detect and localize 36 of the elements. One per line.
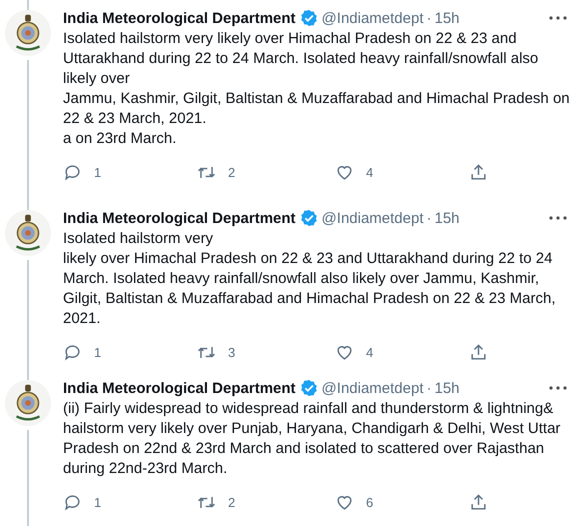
timestamp[interactable]: 15h [434,210,460,226]
reply-icon[interactable] [63,343,82,362]
tweet-text: Isolated hailstorm very likely over Himachal Pradesh on 22 & 23 and Uttarakhand during 22 to 24 March. Isolated heavy rainfall/snowfall also likely over Jammu, Kashmir, Gilgit, Baltistan & Muzaffarabad and Himachal Pradesh on 22 & 23 March, 2021. a on 23rd March. [63,29,570,149]
tweet-text: Isolated hailstorm very likely over Himachal Pradesh on 22 & 23 and Uttarakhand during 22 to 24 March. Isolated heavy rainfall/snowfall also likely over Jammu, Kashmir, Gilgit, Baltistan & Muzaffarabad and Himachal Pradesh on 22 & 23 March, 2021. [63,229,556,329]
emblem-avatar[interactable] [5,380,51,426]
timestamp[interactable]: 15h [434,380,460,396]
heart-icon[interactable] [335,493,354,512]
separator-dot: · [426,10,432,26]
tweet-text: (ii) Fairly widespread to widespread rainfall and thunderstorm & lightning& hailstorm very likely over Punjab, Haryana, Chandigarh & Delhi, West Uttar Pradesh on 22nd & 23rd March and isolated to scattered over Rajasthan during 22nd-23rd March. [63,399,562,479]
retweet-count: 2 [228,495,236,510]
author-handle[interactable]: @Indiametdept [322,380,424,396]
reply-count: 1 [94,345,102,360]
reply-count: 1 [94,165,102,180]
retweet-count: 2 [228,165,236,180]
author-handle[interactable]: @Indiametdept [322,210,424,226]
share-icon[interactable] [469,163,488,182]
like-count: 6 [366,495,374,510]
reply-icon[interactable] [63,493,82,512]
timestamp[interactable]: 15h [434,10,460,26]
share-icon[interactable] [469,343,488,362]
separator-dot: · [426,210,432,226]
heart-icon[interactable] [335,163,354,182]
like-count: 4 [366,345,374,360]
separator-dot: · [426,380,432,396]
emblem-avatar[interactable] [5,10,51,56]
like-count: 4 [366,165,374,180]
author-name[interactable]: India Meteorological Department [63,210,296,226]
emblem-avatar[interactable] [5,210,51,256]
share-icon[interactable] [469,493,488,512]
reply-count: 1 [94,495,102,510]
retweet-count: 3 [228,345,236,360]
reply-icon[interactable] [63,163,82,182]
author-name[interactable]: India Meteorological Department [63,380,296,396]
heart-icon[interactable] [335,343,354,362]
author-handle[interactable]: @Indiametdept [322,10,424,26]
author-name[interactable]: India Meteorological Department [63,10,296,26]
